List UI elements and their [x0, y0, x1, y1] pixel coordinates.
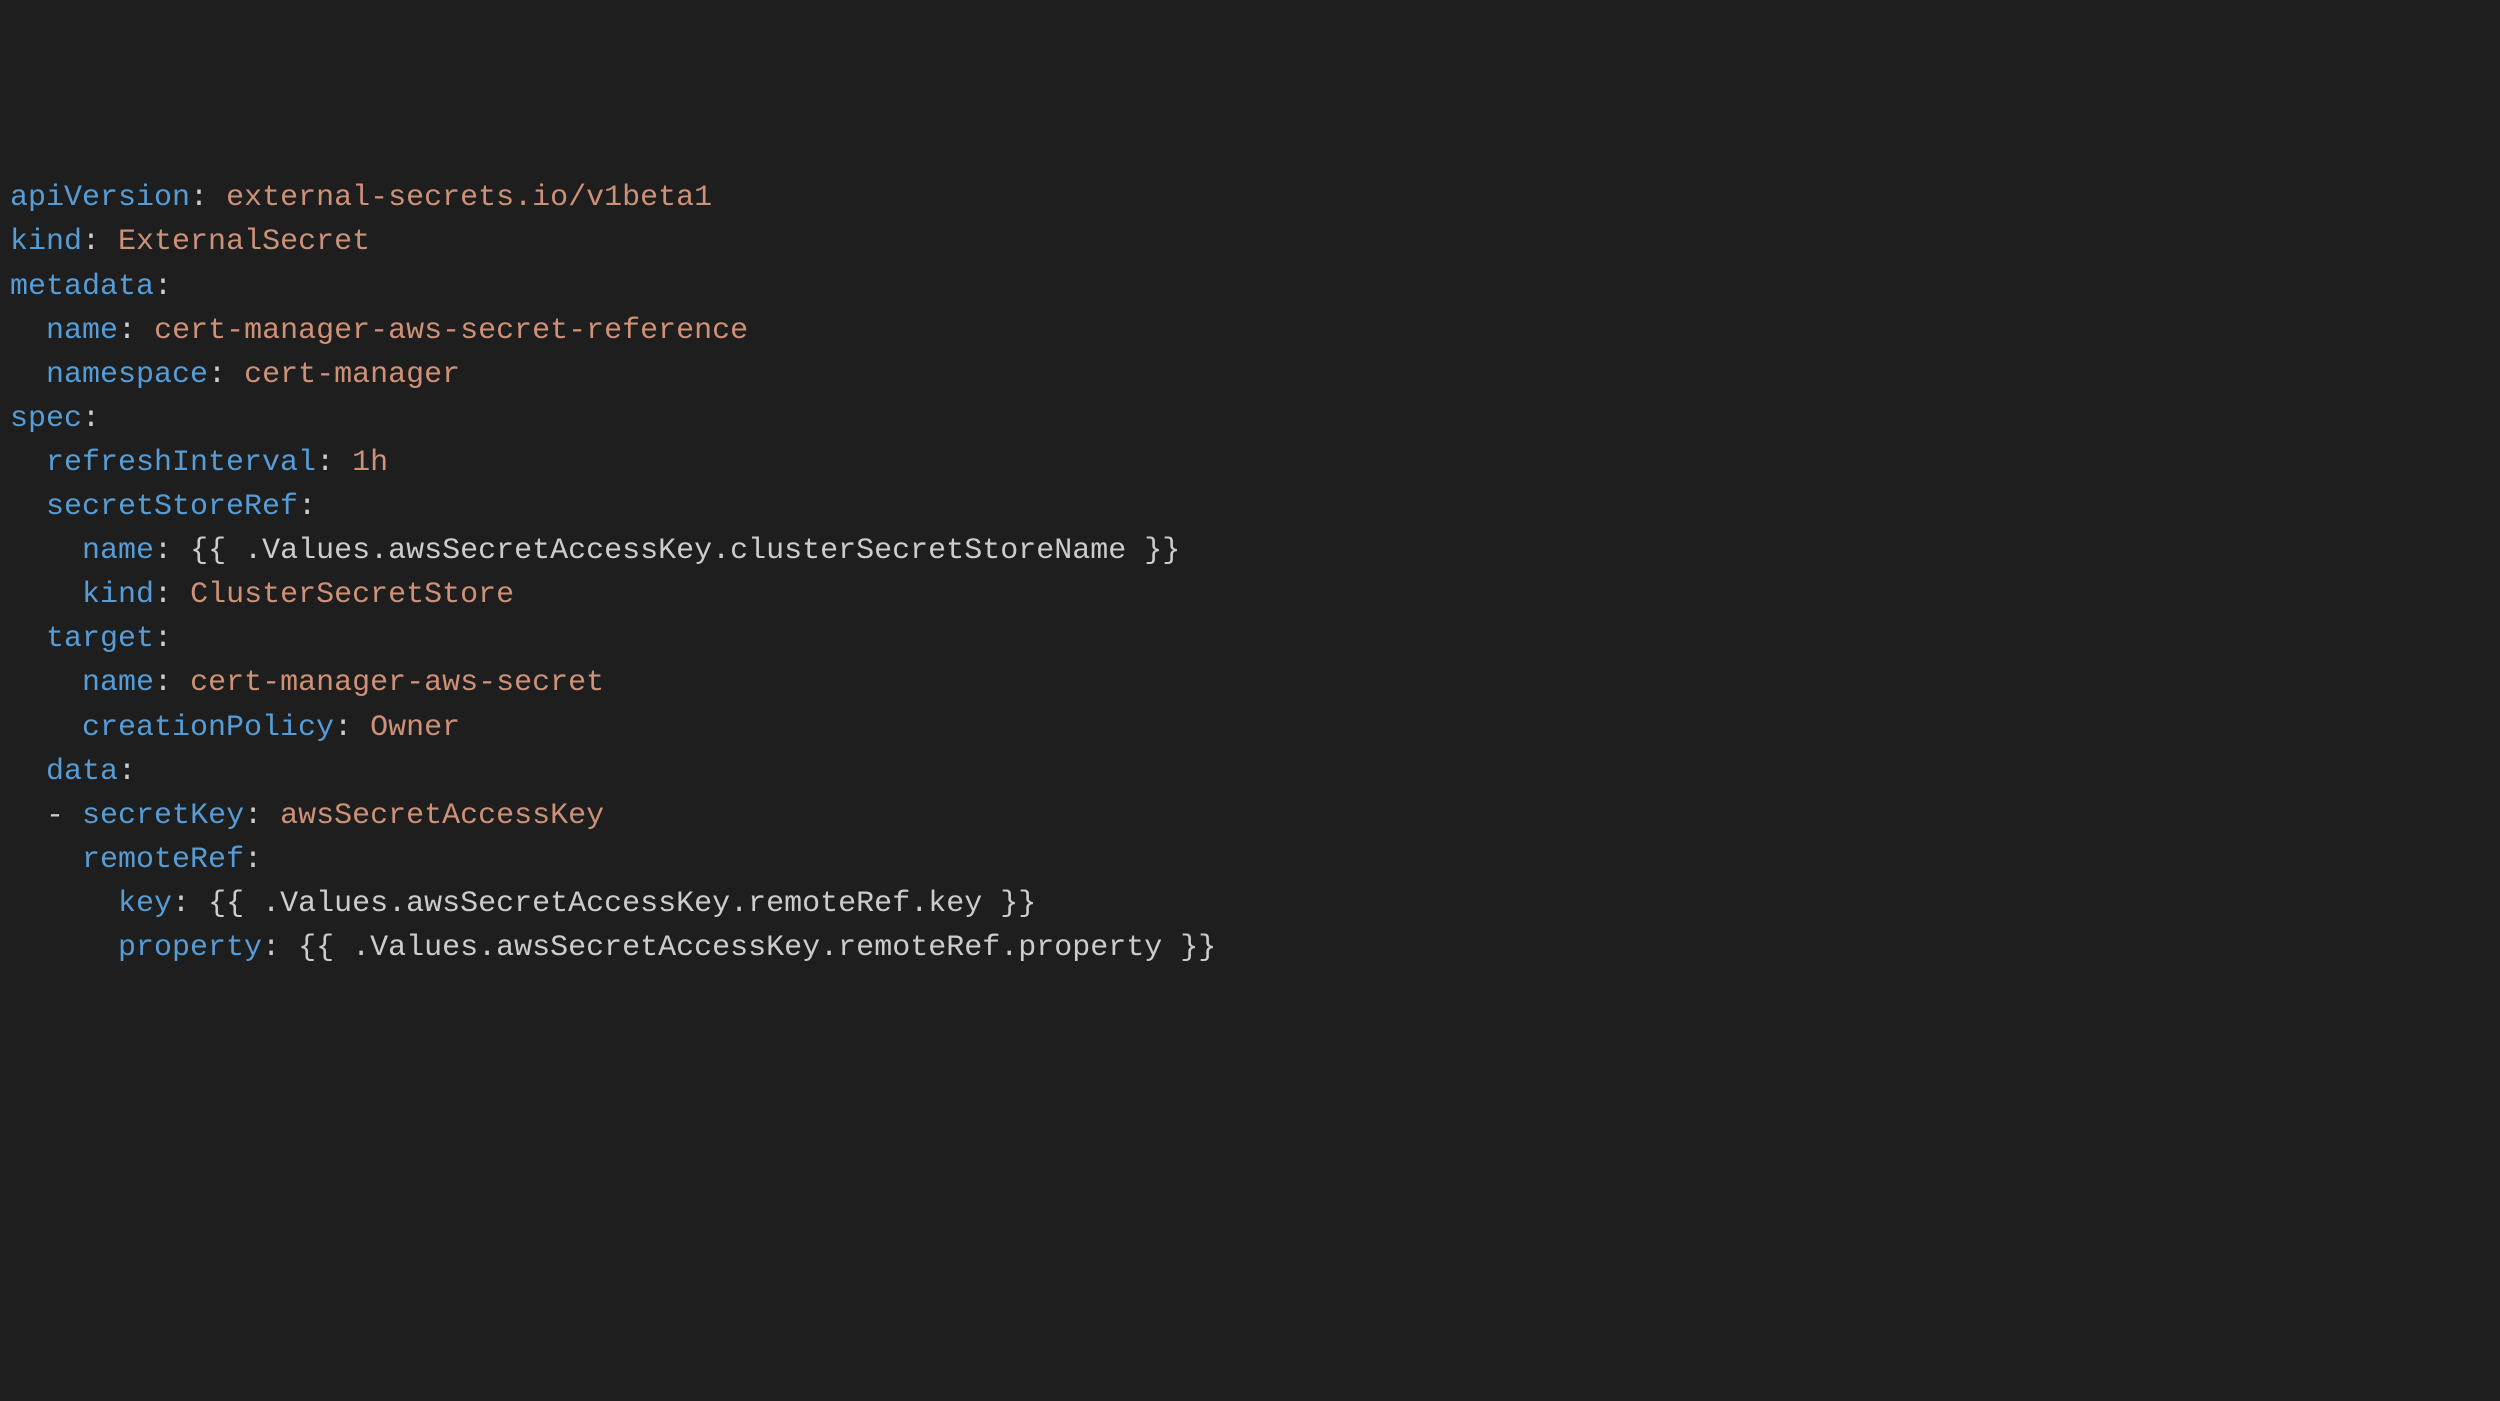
yaml-line: kind: ExternalSecret — [10, 220, 2490, 264]
yaml-line: remoteRef: — [10, 838, 2490, 882]
yaml-key: kind — [10, 225, 82, 259]
yaml-colon: : — [118, 314, 136, 348]
yaml-line: kind: ClusterSecretStore — [10, 573, 2490, 617]
yaml-line: apiVersion: external-secrets.io/v1beta1 — [10, 176, 2490, 220]
yaml-line: namespace: cert-manager — [10, 353, 2490, 397]
yaml-line: name: cert-manager-aws-secret — [10, 661, 2490, 705]
yaml-colon: : — [262, 931, 280, 965]
yaml-key: creationPolicy — [82, 711, 334, 745]
yaml-line: key: {{ .Values.awsSecretAccessKey.remot… — [10, 882, 2490, 926]
yaml-value: Owner — [370, 711, 460, 745]
yaml-key: secretKey — [82, 799, 244, 833]
yaml-line: creationPolicy: Owner — [10, 706, 2490, 750]
yaml-colon: : — [82, 402, 100, 436]
yaml-line: metadata: — [10, 265, 2490, 309]
yaml-line: data: — [10, 750, 2490, 794]
yaml-line: secretStoreRef: — [10, 485, 2490, 529]
yaml-colon: : — [208, 358, 226, 392]
yaml-key: metadata — [10, 270, 154, 304]
yaml-colon: : — [298, 490, 316, 524]
yaml-key: refreshInterval — [46, 446, 316, 480]
yaml-line: spec: — [10, 397, 2490, 441]
yaml-key: kind — [82, 578, 154, 612]
yaml-value: cert-manager — [244, 358, 460, 392]
yaml-colon: : — [154, 622, 172, 656]
yaml-key: name — [82, 534, 154, 568]
yaml-line: name: cert-manager-aws-secret-reference — [10, 309, 2490, 353]
yaml-colon: : — [154, 270, 172, 304]
yaml-colon: : — [172, 887, 190, 921]
yaml-line: property: {{ .Values.awsSecretAccessKey.… — [10, 926, 2490, 970]
yaml-key: target — [46, 622, 154, 656]
yaml-value: 1h — [352, 446, 388, 480]
yaml-key: remoteRef — [82, 843, 244, 877]
yaml-colon: : — [190, 181, 208, 215]
yaml-key: namespace — [46, 358, 208, 392]
yaml-key: name — [82, 666, 154, 700]
yaml-colon: : — [118, 755, 136, 789]
yaml-colon: : — [154, 534, 172, 568]
yaml-value: awsSecretAccessKey — [280, 799, 604, 833]
yaml-value: ExternalSecret — [118, 225, 370, 259]
yaml-key: spec — [10, 402, 82, 436]
yaml-value: external-secrets.io/v1beta1 — [226, 181, 712, 215]
yaml-value: cert-manager-aws-secret-reference — [154, 314, 748, 348]
yaml-dash: - — [46, 799, 64, 833]
yaml-key: key — [118, 887, 172, 921]
yaml-colon: : — [316, 446, 334, 480]
yaml-colon: : — [154, 666, 172, 700]
yaml-colon: : — [82, 225, 100, 259]
yaml-line: name: {{ .Values.awsSecretAccessKey.clus… — [10, 529, 2490, 573]
yaml-colon: : — [154, 578, 172, 612]
yaml-colon: : — [244, 843, 262, 877]
yaml-value: cert-manager-aws-secret — [190, 666, 604, 700]
yaml-key: secretStoreRef — [46, 490, 298, 524]
yaml-value: {{ .Values.awsSecretAccessKey.clusterSec… — [190, 534, 1180, 568]
yaml-key: apiVersion — [10, 181, 190, 215]
yaml-code-block: apiVersion: external-secrets.io/v1beta1k… — [10, 176, 2490, 970]
yaml-key: property — [118, 931, 262, 965]
yaml-colon: : — [334, 711, 352, 745]
yaml-value: ClusterSecretStore — [190, 578, 514, 612]
yaml-value: {{ .Values.awsSecretAccessKey.remoteRef.… — [208, 887, 1036, 921]
yaml-colon: : — [244, 799, 262, 833]
yaml-key: data — [46, 755, 118, 789]
yaml-key: name — [46, 314, 118, 348]
yaml-line: target: — [10, 617, 2490, 661]
yaml-line: - secretKey: awsSecretAccessKey — [10, 794, 2490, 838]
yaml-line: refreshInterval: 1h — [10, 441, 2490, 485]
yaml-value: {{ .Values.awsSecretAccessKey.remoteRef.… — [298, 931, 1216, 965]
